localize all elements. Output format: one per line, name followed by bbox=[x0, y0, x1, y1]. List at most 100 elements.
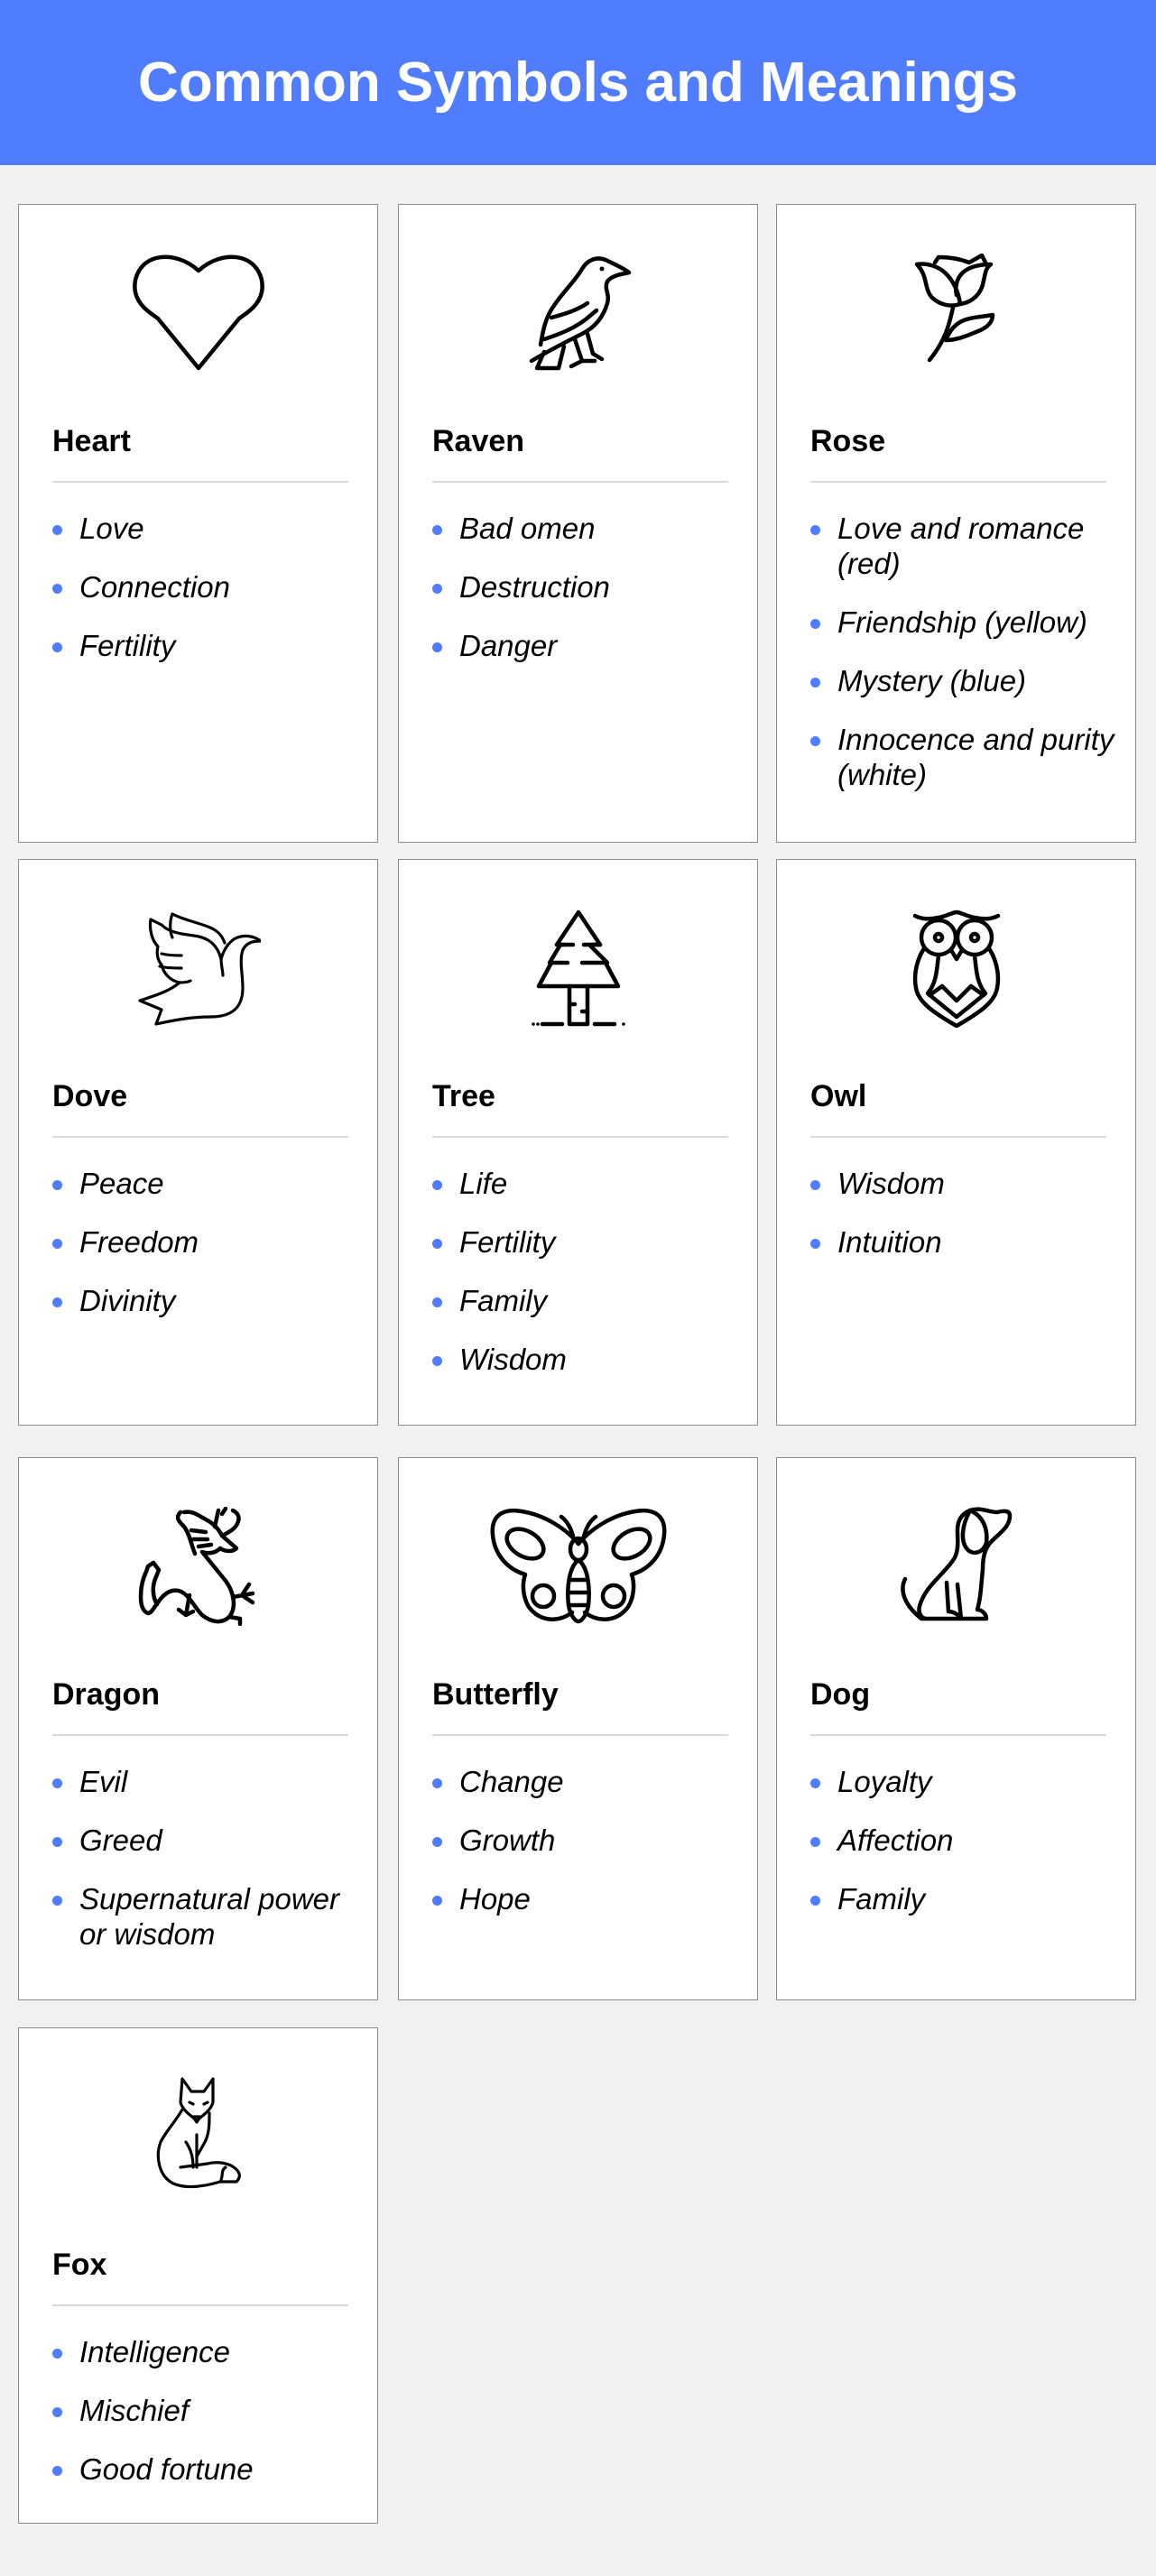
bullet-icon bbox=[432, 1297, 442, 1307]
divider bbox=[52, 2304, 348, 2306]
dog-icon bbox=[777, 1505, 1135, 1628]
bullet-icon bbox=[432, 525, 442, 535]
dragon-icon bbox=[19, 1505, 377, 1628]
symbol-card-owl: Owl Wisdom Intuition bbox=[776, 859, 1136, 1426]
bullet-icon bbox=[52, 525, 62, 535]
list-item: Divinity bbox=[52, 1283, 359, 1318]
meanings-list: Loyalty Affection Family bbox=[810, 1764, 1117, 1940]
bullet-icon bbox=[432, 1239, 442, 1249]
list-item: Change bbox=[432, 1764, 739, 1799]
bullet-icon bbox=[52, 1896, 62, 1906]
bullet-icon bbox=[52, 2407, 62, 2417]
list-item: Intuition bbox=[810, 1224, 1117, 1260]
bullet-icon bbox=[810, 678, 820, 688]
divider bbox=[52, 1734, 348, 1736]
list-item: Love and romance (red) bbox=[810, 511, 1117, 581]
bullet-icon bbox=[810, 1180, 820, 1190]
bullet-icon bbox=[52, 1778, 62, 1788]
bullet-icon bbox=[432, 1778, 442, 1788]
divider bbox=[810, 481, 1106, 483]
bullet-icon bbox=[810, 1239, 820, 1249]
list-item: Evil bbox=[52, 1764, 359, 1799]
divider bbox=[810, 1734, 1106, 1736]
list-item: Innocence and purity (white) bbox=[810, 722, 1117, 792]
bullet-icon bbox=[52, 2466, 62, 2476]
symbol-card-butterfly: Butterfly Change Growth Hope bbox=[398, 1457, 758, 2000]
card-title: Butterfly bbox=[432, 1677, 559, 1712]
meanings-list: Bad omen Destruction Danger bbox=[432, 511, 739, 687]
meanings-list: Evil Greed Supernatural power or wisdom bbox=[52, 1764, 359, 1975]
list-item: Peace bbox=[52, 1166, 359, 1201]
meanings-list: Peace Freedom Divinity bbox=[52, 1166, 359, 1342]
bullet-icon bbox=[810, 619, 820, 629]
card-title: Fox bbox=[52, 2248, 107, 2282]
list-item: Connection bbox=[52, 569, 359, 605]
symbol-card-fox: Fox Intelligence Mischief Good fortune bbox=[18, 2027, 378, 2524]
list-item: Wisdom bbox=[810, 1166, 1117, 1201]
divider bbox=[52, 1136, 348, 1138]
list-item: Wisdom bbox=[432, 1342, 739, 1377]
meanings-list: Change Growth Hope bbox=[432, 1764, 739, 1940]
divider bbox=[810, 1136, 1106, 1138]
list-item: Good fortune bbox=[52, 2451, 359, 2487]
bullet-icon bbox=[52, 1837, 62, 1847]
list-item: Love bbox=[52, 511, 359, 546]
symbol-card-rose: Rose Love and romance (red) Friendship (… bbox=[776, 204, 1136, 843]
bullet-icon bbox=[52, 1180, 62, 1190]
card-title: Rose bbox=[810, 424, 886, 458]
bullet-icon bbox=[432, 584, 442, 594]
bullet-icon bbox=[810, 1896, 820, 1906]
rose-icon bbox=[777, 252, 1135, 374]
list-item: Affection bbox=[810, 1823, 1117, 1858]
page-header: Common Symbols and Meanings bbox=[0, 0, 1156, 165]
list-item: Life bbox=[432, 1166, 739, 1201]
list-item: Family bbox=[810, 1881, 1117, 1916]
bullet-icon bbox=[810, 525, 820, 535]
list-item: Freedom bbox=[52, 1224, 359, 1260]
list-item: Fertility bbox=[432, 1224, 739, 1260]
bullet-icon bbox=[52, 1239, 62, 1249]
card-title: Owl bbox=[810, 1079, 867, 1113]
bullet-icon bbox=[432, 1180, 442, 1190]
list-item: Fertility bbox=[52, 628, 359, 663]
list-item: Mischief bbox=[52, 2393, 359, 2428]
list-item: Intelligence bbox=[52, 2334, 359, 2369]
symbol-card-dragon: Dragon Evil Greed Supernatural power or … bbox=[18, 1457, 378, 2000]
meanings-list: Love Connection Fertility bbox=[52, 511, 359, 687]
list-item: Mystery (blue) bbox=[810, 663, 1117, 698]
dove-icon bbox=[19, 907, 377, 1029]
page-title: Common Symbols and Meanings bbox=[138, 51, 1018, 114]
symbol-card-heart: Heart Love Connection Fertility bbox=[18, 204, 378, 843]
owl-icon bbox=[777, 907, 1135, 1029]
card-title: Tree bbox=[432, 1079, 495, 1113]
list-item: Greed bbox=[52, 1823, 359, 1858]
divider bbox=[52, 481, 348, 483]
card-title: Heart bbox=[52, 424, 131, 458]
bullet-icon bbox=[432, 1837, 442, 1847]
bullet-icon bbox=[810, 1837, 820, 1847]
card-title: Raven bbox=[432, 424, 525, 458]
meanings-list: Life Fertility Family Wisdom bbox=[432, 1166, 739, 1400]
card-title: Dove bbox=[52, 1079, 128, 1113]
meanings-list: Wisdom Intuition bbox=[810, 1166, 1117, 1283]
symbol-card-dove: Dove Peace Freedom Divinity bbox=[18, 859, 378, 1426]
list-item: Danger bbox=[432, 628, 739, 663]
fox-icon bbox=[19, 2075, 377, 2198]
symbol-card-dog: Dog Loyalty Affection Family bbox=[776, 1457, 1136, 2000]
bullet-icon bbox=[810, 1778, 820, 1788]
list-item: Destruction bbox=[432, 569, 739, 605]
list-item: Bad omen bbox=[432, 511, 739, 546]
card-title: Dog bbox=[810, 1677, 871, 1712]
list-item: Family bbox=[432, 1283, 739, 1318]
symbol-card-raven: Raven Bad omen Destruction Danger bbox=[398, 204, 758, 843]
bullet-icon bbox=[52, 584, 62, 594]
list-item: Loyalty bbox=[810, 1764, 1117, 1799]
divider bbox=[432, 1136, 728, 1138]
bullet-icon bbox=[52, 642, 62, 652]
heart-icon bbox=[19, 252, 377, 374]
meanings-list: Love and romance (red) Friendship (yello… bbox=[810, 511, 1117, 816]
bullet-icon bbox=[432, 642, 442, 652]
divider bbox=[432, 481, 728, 483]
bullet-icon bbox=[52, 1297, 62, 1307]
bullet-icon bbox=[810, 736, 820, 746]
